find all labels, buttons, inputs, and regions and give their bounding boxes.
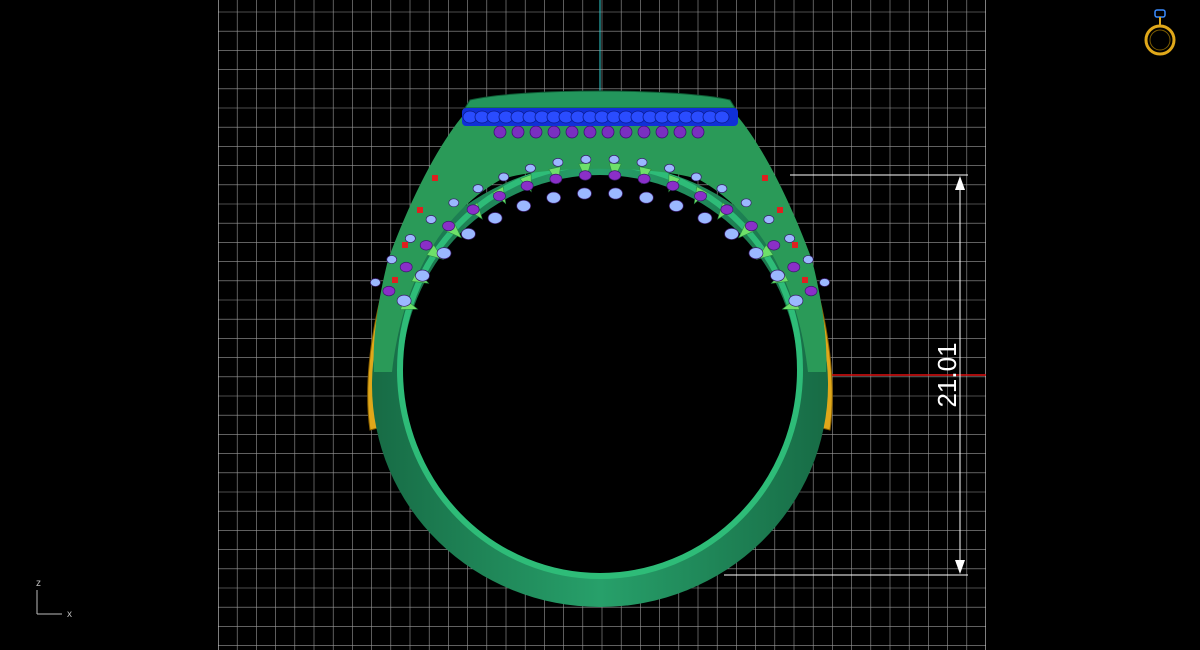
pave-stone xyxy=(525,163,536,173)
accent-stone xyxy=(392,277,398,283)
bead xyxy=(529,125,543,139)
accent-stone xyxy=(417,207,423,213)
pave-stone xyxy=(802,255,814,264)
pave-stone xyxy=(370,278,381,287)
pave-stone xyxy=(745,220,758,232)
pave-stone xyxy=(396,294,412,307)
pave-stone xyxy=(763,215,775,224)
axis-triad: z x xyxy=(36,578,72,620)
pave-stone xyxy=(487,212,503,225)
pave-stone xyxy=(493,190,506,202)
accent-stone xyxy=(802,277,808,283)
pave-stone xyxy=(784,234,795,243)
pave-stone xyxy=(419,240,433,251)
bead xyxy=(691,125,705,139)
pave-stone xyxy=(580,155,592,164)
pave-stone xyxy=(466,204,480,215)
bead xyxy=(673,125,687,139)
pave-stone xyxy=(638,191,654,204)
viewport-canvas[interactable]: 21.01 z x xyxy=(0,0,1200,650)
pave-stone xyxy=(448,198,460,208)
pave-stone xyxy=(767,240,781,251)
pave-stone xyxy=(405,234,416,243)
bead xyxy=(547,125,561,139)
pave-stone xyxy=(520,180,534,191)
pave-stone xyxy=(608,170,622,181)
pave-stone xyxy=(787,261,801,273)
pave-stone xyxy=(546,191,562,204)
axis-x-label: x xyxy=(67,609,72,620)
pave-stone xyxy=(399,261,413,273)
bead xyxy=(601,125,615,139)
accent-stone xyxy=(762,175,768,181)
pave-stone xyxy=(720,204,734,215)
bead xyxy=(493,125,507,139)
bead xyxy=(583,125,597,139)
pave-stone xyxy=(819,278,830,287)
pave-stone xyxy=(578,170,592,181)
pave-stone xyxy=(608,155,620,164)
pave-stone xyxy=(552,157,564,167)
pave-stone xyxy=(716,184,728,193)
pave-stone xyxy=(415,269,430,282)
twist-segment xyxy=(714,110,730,124)
pave-stone xyxy=(577,187,592,200)
bead xyxy=(619,125,633,139)
pave-stone xyxy=(386,255,398,264)
pave-stone xyxy=(461,227,476,240)
pave-stone xyxy=(516,199,532,212)
ring-icon[interactable] xyxy=(1144,9,1176,56)
pave-stone xyxy=(472,184,484,193)
pave-stone xyxy=(724,227,739,240)
bead xyxy=(565,125,579,139)
accent-stone xyxy=(777,207,783,213)
pave-stone xyxy=(664,163,675,173)
pave-stone xyxy=(382,285,396,297)
pave-stone xyxy=(740,198,752,208)
pave-stone xyxy=(549,173,563,185)
axis-z-label: z xyxy=(36,578,41,589)
pave-stone xyxy=(666,180,680,191)
pave-stone xyxy=(498,172,510,182)
pave-stone xyxy=(690,172,702,182)
pave-stone xyxy=(442,220,455,232)
pave-stone xyxy=(788,294,804,307)
accent-stone xyxy=(432,175,438,181)
accent-stone xyxy=(402,242,408,248)
top-plate-rim xyxy=(464,90,736,109)
pave-stone xyxy=(697,212,713,225)
dimension-value: 21.01 xyxy=(932,342,962,407)
pave-stone xyxy=(425,215,437,224)
accent-stone xyxy=(792,242,798,248)
pave-stone xyxy=(804,285,818,297)
ring-model[interactable] xyxy=(367,90,833,607)
3d-viewport[interactable]: 21.01 z x xyxy=(0,0,1200,650)
bead xyxy=(511,125,525,139)
pave-stone xyxy=(636,157,648,167)
pave-stone xyxy=(748,247,764,260)
pave-stone xyxy=(637,173,651,185)
pave-stone xyxy=(770,269,785,282)
bead xyxy=(637,125,651,139)
pave-stone xyxy=(608,187,623,200)
pave-stone xyxy=(668,199,684,212)
pave-stone xyxy=(436,247,452,260)
bead xyxy=(655,125,669,139)
pave-stone xyxy=(694,190,707,202)
